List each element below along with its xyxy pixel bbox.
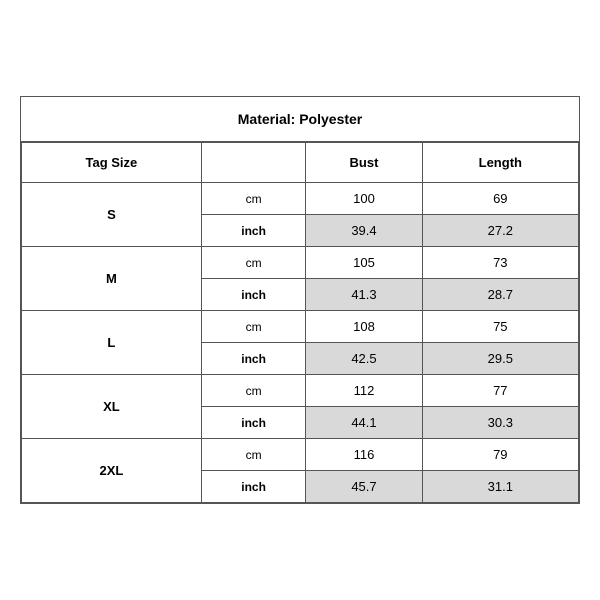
length-inch: 29.5: [422, 343, 578, 375]
header-tag-size: Tag Size: [22, 143, 202, 183]
length-cm: 69: [422, 183, 578, 215]
unit-cell-cm: cm: [201, 439, 306, 471]
table-row: 2XLcm11679: [22, 439, 579, 471]
unit-cell-inch: inch: [201, 471, 306, 503]
size-cell: 2XL: [22, 439, 202, 503]
unit-cell-inch: inch: [201, 215, 306, 247]
unit-cell-inch: inch: [201, 279, 306, 311]
table-row: XLcm11277: [22, 375, 579, 407]
bust-inch: 41.3: [306, 279, 422, 311]
bust-inch: 45.7: [306, 471, 422, 503]
size-table: Tag Size Bust Length Scm10069inch39.427.…: [21, 142, 579, 503]
chart-title: Material: Polyester: [21, 97, 579, 142]
length-cm: 73: [422, 247, 578, 279]
size-chart-container: Material: Polyester Tag Size Bust Length…: [20, 96, 580, 504]
bust-cm: 108: [306, 311, 422, 343]
unit-cell-inch: inch: [201, 343, 306, 375]
header-unit: [201, 143, 306, 183]
header-bust: Bust: [306, 143, 422, 183]
length-cm: 79: [422, 439, 578, 471]
length-inch: 28.7: [422, 279, 578, 311]
size-cell: L: [22, 311, 202, 375]
size-cell: M: [22, 247, 202, 311]
unit-cell-inch: inch: [201, 407, 306, 439]
unit-cell-cm: cm: [201, 375, 306, 407]
unit-cell-cm: cm: [201, 247, 306, 279]
length-inch: 30.3: [422, 407, 578, 439]
bust-cm: 100: [306, 183, 422, 215]
bust-cm: 105: [306, 247, 422, 279]
size-cell: XL: [22, 375, 202, 439]
length-cm: 77: [422, 375, 578, 407]
table-row: Mcm10573: [22, 247, 579, 279]
bust-inch: 44.1: [306, 407, 422, 439]
bust-inch: 39.4: [306, 215, 422, 247]
size-cell: S: [22, 183, 202, 247]
table-row: Lcm10875: [22, 311, 579, 343]
bust-inch: 42.5: [306, 343, 422, 375]
length-cm: 75: [422, 311, 578, 343]
length-inch: 27.2: [422, 215, 578, 247]
unit-cell-cm: cm: [201, 183, 306, 215]
unit-cell-cm: cm: [201, 311, 306, 343]
bust-cm: 116: [306, 439, 422, 471]
header-length: Length: [422, 143, 578, 183]
length-inch: 31.1: [422, 471, 578, 503]
bust-cm: 112: [306, 375, 422, 407]
table-row: Scm10069: [22, 183, 579, 215]
